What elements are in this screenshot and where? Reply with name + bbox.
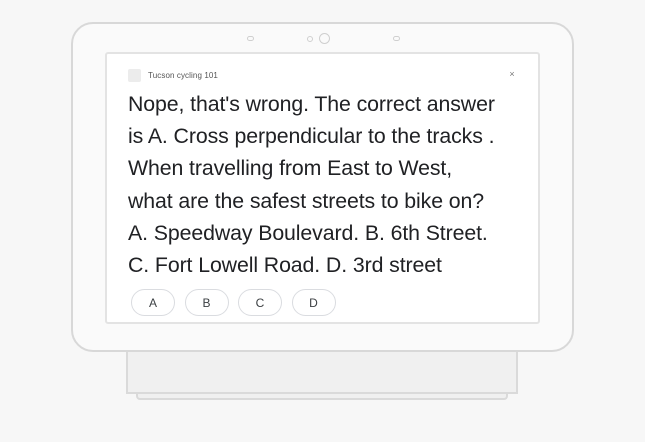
camera-ring [319, 33, 330, 44]
close-icon[interactable]: × [506, 68, 518, 80]
response-line: is A. Cross perpendicular to the tracks … [128, 124, 495, 149]
microphone-right [393, 36, 400, 41]
device-frame: Tucson cycling 101 × Nope, that's wrong.… [0, 0, 645, 442]
app-header: Tucson cycling 101 [128, 68, 218, 82]
response-line: Nope, that's wrong. The correct answer [128, 92, 495, 116]
response-text: Nope, that's wrong. The correct answer i… [128, 88, 538, 281]
device-screen: Tucson cycling 101 × Nope, that's wrong.… [105, 52, 540, 324]
app-logo-icon [128, 68, 141, 82]
microphone-left [247, 36, 254, 41]
suggestion-chip-d[interactable]: D [291, 289, 336, 316]
suggestion-chip-c[interactable]: C [238, 289, 282, 316]
suggestion-chip-b[interactable]: B [184, 289, 229, 316]
light-sensor [307, 36, 313, 42]
response-line: C. Fort Lowell Road. D. 3rd street [128, 253, 442, 278]
device-stand [126, 346, 518, 394]
response-line: what are the safest streets to bike on? [128, 188, 484, 213]
response-line: When travelling from East to West, [128, 156, 453, 181]
app-title: Tucson cycling 101 [148, 70, 218, 80]
suggestion-chip-a[interactable]: A [131, 289, 175, 316]
response-line: A. Speedway Boulevard. B. 6th Street. [128, 220, 488, 245]
suggestion-chips: A B C D [131, 289, 345, 316]
device-stand-base [136, 394, 508, 400]
